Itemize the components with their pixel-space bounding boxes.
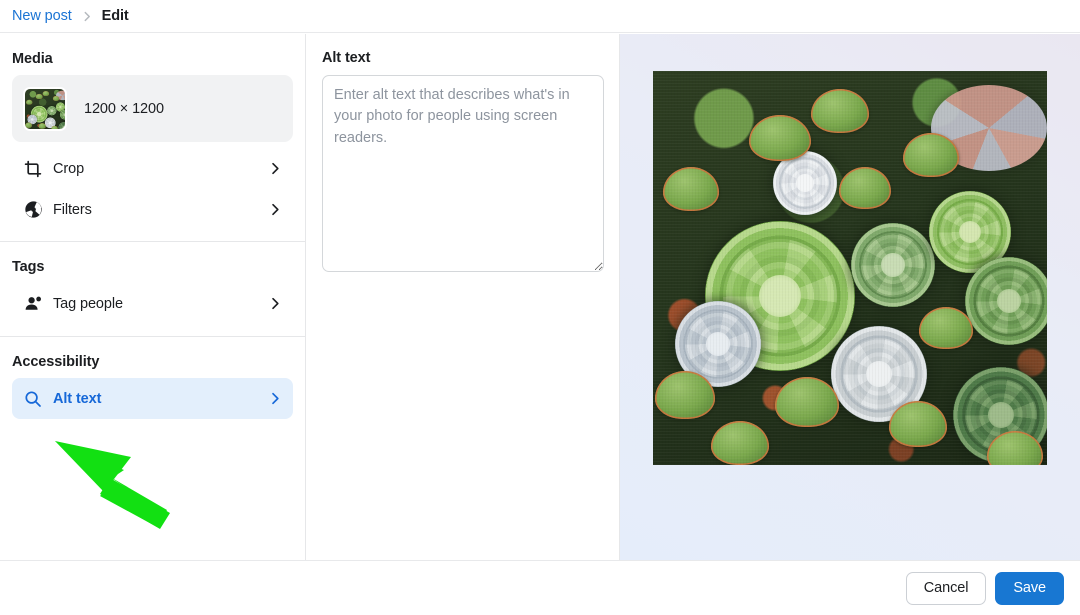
thumbnail-artwork — [25, 88, 65, 129]
sidebar-section-accessibility: Accessibility Alt text — [0, 337, 305, 431]
footer-action-bar: Cancel Save — [0, 560, 1080, 615]
chevron-right-icon — [268, 162, 282, 176]
sidebar: Media 1200 × 1200 Crop Filters Tags Tag … — [0, 34, 306, 560]
save-button[interactable]: Save — [995, 571, 1064, 605]
alt-text-input[interactable] — [322, 75, 604, 272]
sidebar-item-alt-text[interactable]: Alt text — [12, 378, 293, 419]
section-title-accessibility: Accessibility — [12, 354, 100, 370]
tag-people-icon — [22, 293, 44, 315]
chevron-right-icon — [268, 392, 282, 406]
section-title-media: Media — [12, 51, 53, 67]
sidebar-item-filters-label: Filters — [53, 201, 92, 218]
alt-text-panel: Alt text — [306, 34, 620, 560]
sidebar-item-filters[interactable]: Filters — [12, 189, 293, 230]
sidebar-section-media: Media 1200 × 1200 Crop Filters — [0, 34, 305, 241]
sidebar-item-crop[interactable]: Crop — [12, 148, 293, 189]
sidebar-item-tag-people-label: Tag people — [53, 295, 123, 312]
media-card[interactable]: 1200 × 1200 — [12, 75, 293, 142]
preview-image — [653, 71, 1047, 465]
crop-icon — [22, 158, 44, 180]
sidebar-item-tag-people[interactable]: Tag people — [12, 283, 293, 324]
editor-body: Media 1200 × 1200 Crop Filters Tags Tag … — [0, 34, 1080, 560]
breadcrumb-link-new-post[interactable]: New post — [12, 8, 72, 24]
media-dimensions-label: 1200 × 1200 — [84, 100, 164, 117]
chevron-right-icon — [268, 297, 282, 311]
section-title-tags: Tags — [12, 259, 45, 275]
image-thumbnail — [23, 86, 67, 131]
breadcrumb-current-edit: Edit — [101, 8, 129, 24]
sidebar-section-tags: Tags Tag people — [0, 242, 305, 336]
alt-text-heading: Alt text — [322, 50, 371, 66]
breadcrumb: New post Edit — [0, 0, 1080, 33]
sidebar-item-alt-text-label: Alt text — [53, 390, 102, 407]
sidebar-item-crop-label: Crop — [53, 160, 85, 177]
chevron-right-icon — [268, 203, 282, 217]
image-preview-pane — [620, 34, 1080, 560]
search-icon — [22, 388, 44, 410]
chevron-right-icon — [82, 11, 93, 22]
aperture-icon — [22, 199, 44, 221]
cancel-button[interactable]: Cancel — [905, 571, 987, 605]
